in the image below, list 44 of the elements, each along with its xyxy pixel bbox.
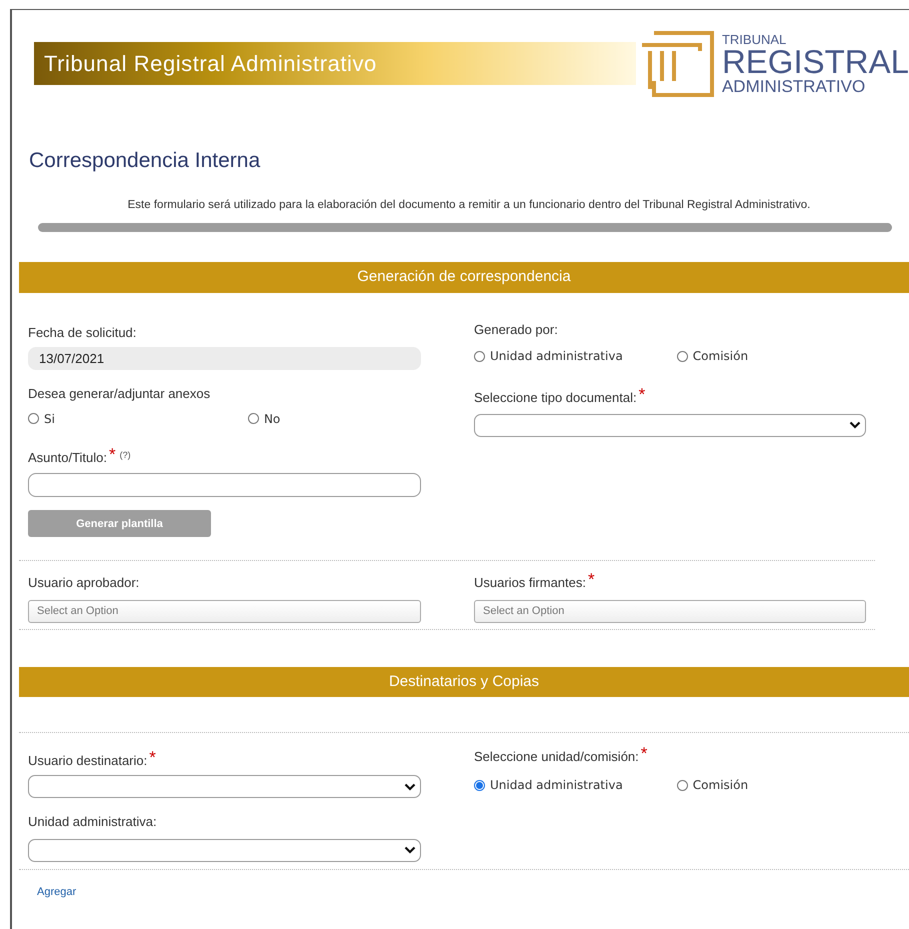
required-mark: * — [638, 388, 646, 402]
field-label: Seleccione tipo documental: — [474, 389, 637, 408]
radio-option[interactable]: Comisión — [676, 776, 748, 794]
description: Este formulario será utilizado para la elaboración del documento a remitir a un funcionario dentro del Tribunal Registral Administrativo. — [126, 198, 812, 212]
radio-option[interactable]: Si — [28, 410, 55, 428]
logo-text: TRIBUNAL — [722, 32, 788, 46]
radio-option[interactable]: Unidad administrativa — [474, 347, 623, 366]
field-label: Fecha de solicitud: — [28, 324, 136, 342]
dropdown[interactable] — [28, 838, 421, 862]
section-header: Destinatarios y Copias — [19, 666, 909, 697]
radio-option[interactable]: Unidad administrativa — [474, 776, 623, 794]
chevron-down-icon — [404, 846, 416, 854]
input-field[interactable] — [28, 473, 421, 498]
placeholder-text: Select an Option — [37, 604, 118, 619]
field-label: Generado por: — [474, 320, 558, 339]
required-mark: * — [640, 746, 648, 761]
logo-text: ADMINISTRATIVO — [722, 78, 866, 94]
field-label: Usuario aprobador: — [28, 574, 140, 592]
section-header: Generación de correspondencia — [19, 262, 909, 293]
date-field[interactable]: 13/07/2021 — [28, 347, 421, 370]
dropdown[interactable] — [28, 775, 421, 798]
dropdown[interactable] — [474, 414, 866, 437]
banner-title: Tribunal Registral Administrativo — [44, 50, 377, 78]
placeholder-text: Select an Option — [483, 604, 564, 619]
field-label: Usuario destinatario: — [28, 752, 148, 770]
required-mark: * — [588, 573, 595, 588]
radio-option[interactable]: Comisión — [676, 347, 748, 366]
help-link[interactable]: (?) — [120, 448, 131, 462]
multi-select[interactable]: Select an Option — [474, 600, 866, 623]
multi-select[interactable]: Select an Option — [28, 600, 421, 623]
radio-option[interactable]: No — [248, 410, 280, 428]
logo-icon — [640, 28, 716, 98]
required-mark: * — [109, 448, 116, 462]
field-label: Usuarios firmantes: — [474, 574, 586, 592]
add-link[interactable]: Agregar — [37, 884, 76, 900]
field-label: Unidad administrativa: — [28, 813, 157, 832]
chevron-down-icon — [849, 421, 861, 430]
page-title: Correspondencia Interna — [29, 148, 262, 174]
field-label: Asunto/Titulo: — [28, 448, 108, 467]
required-mark: * — [149, 750, 156, 765]
logo-text: REGISTRAL — [722, 46, 909, 78]
chevron-down-icon — [404, 782, 416, 791]
field-label: Desea generar/adjuntar anexos — [28, 385, 210, 404]
field-label: Seleccione unidad/comisión: — [474, 748, 639, 766]
